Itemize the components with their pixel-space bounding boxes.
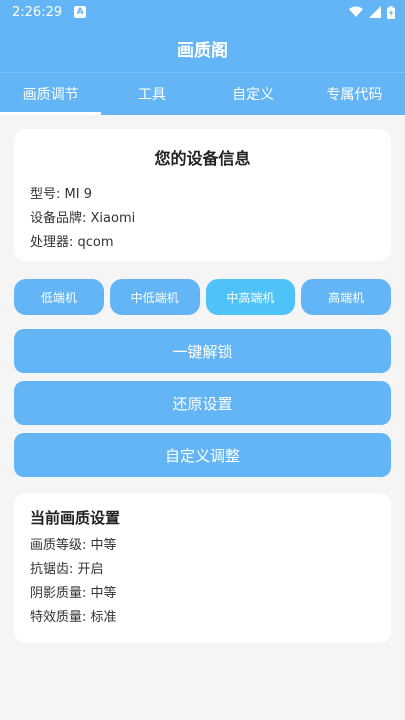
tab-label: 画质调节 [22,87,79,103]
custom-adjust-button[interactable]: 自定义调整 [14,433,391,477]
setting-shadow-quality: 阴影质量: 中等 [30,586,117,601]
battery-icon [387,5,395,19]
device-info-card: 您的设备信息 型号: MI 9 设备品牌: Xiaomi 处理器: qcom [14,129,391,261]
one-click-unlock-button[interactable]: 一键解锁 [14,329,391,373]
device-brand: 设备品牌: Xiaomi [30,211,136,226]
tier-mid-low-button[interactable]: 中低端机 [109,279,200,315]
status-time: 2:26:29 [12,4,63,20]
wifi-icon [349,6,363,18]
device-card-title: 您的设备信息 [154,149,251,168]
setting-antialiasing: 抗锯齿: 开启 [30,562,104,577]
device-model: 型号: MI 9 [30,187,92,202]
tab-quality-adjust[interactable]: 画质调节 [0,73,102,115]
app-bar: 画质阁 [0,24,405,72]
tier-selector: 低端机 中低端机 中高端机 高端机 [14,279,391,315]
notification-a-icon: A [74,6,87,18]
setting-quality-level: 画质等级: 中等 [30,538,117,553]
signal-icon [369,6,381,18]
device-processor: 处理器: qcom [30,235,114,250]
tier-mid-high-button[interactable]: 中高端机 [205,279,296,315]
status-bar: 2:26:29 A [0,0,405,24]
tab-label: 专属代码 [326,87,383,103]
tab-custom[interactable]: 自定义 [203,73,304,115]
setting-effects-quality: 特效质量: 标准 [30,610,117,625]
settings-card-title: 当前画质设置 [30,509,121,527]
top-header: 2:26:29 A 画质阁 画质调节 工具 自定义 专属代码 [0,0,405,115]
current-settings-card: 当前画质设置 画质等级: 中等 抗锯齿: 开启 阴影质量: 中等 特效质量: 标… [14,493,391,643]
tab-bar: 画质调节 工具 自定义 专属代码 [0,72,405,115]
tab-tools[interactable]: 工具 [101,73,202,115]
tier-high-button[interactable]: 高端机 [301,279,391,315]
tier-low-button[interactable]: 低端机 [14,279,104,315]
tab-label: 自定义 [232,87,275,103]
restore-settings-button[interactable]: 还原设置 [14,381,391,425]
tab-exclusive-code[interactable]: 专属代码 [304,73,405,115]
tab-label: 工具 [137,87,166,103]
app-title: 画质阁 [177,40,228,61]
main-content: 您的设备信息 型号: MI 9 设备品牌: Xiaomi 处理器: qcom 低… [0,115,405,643]
